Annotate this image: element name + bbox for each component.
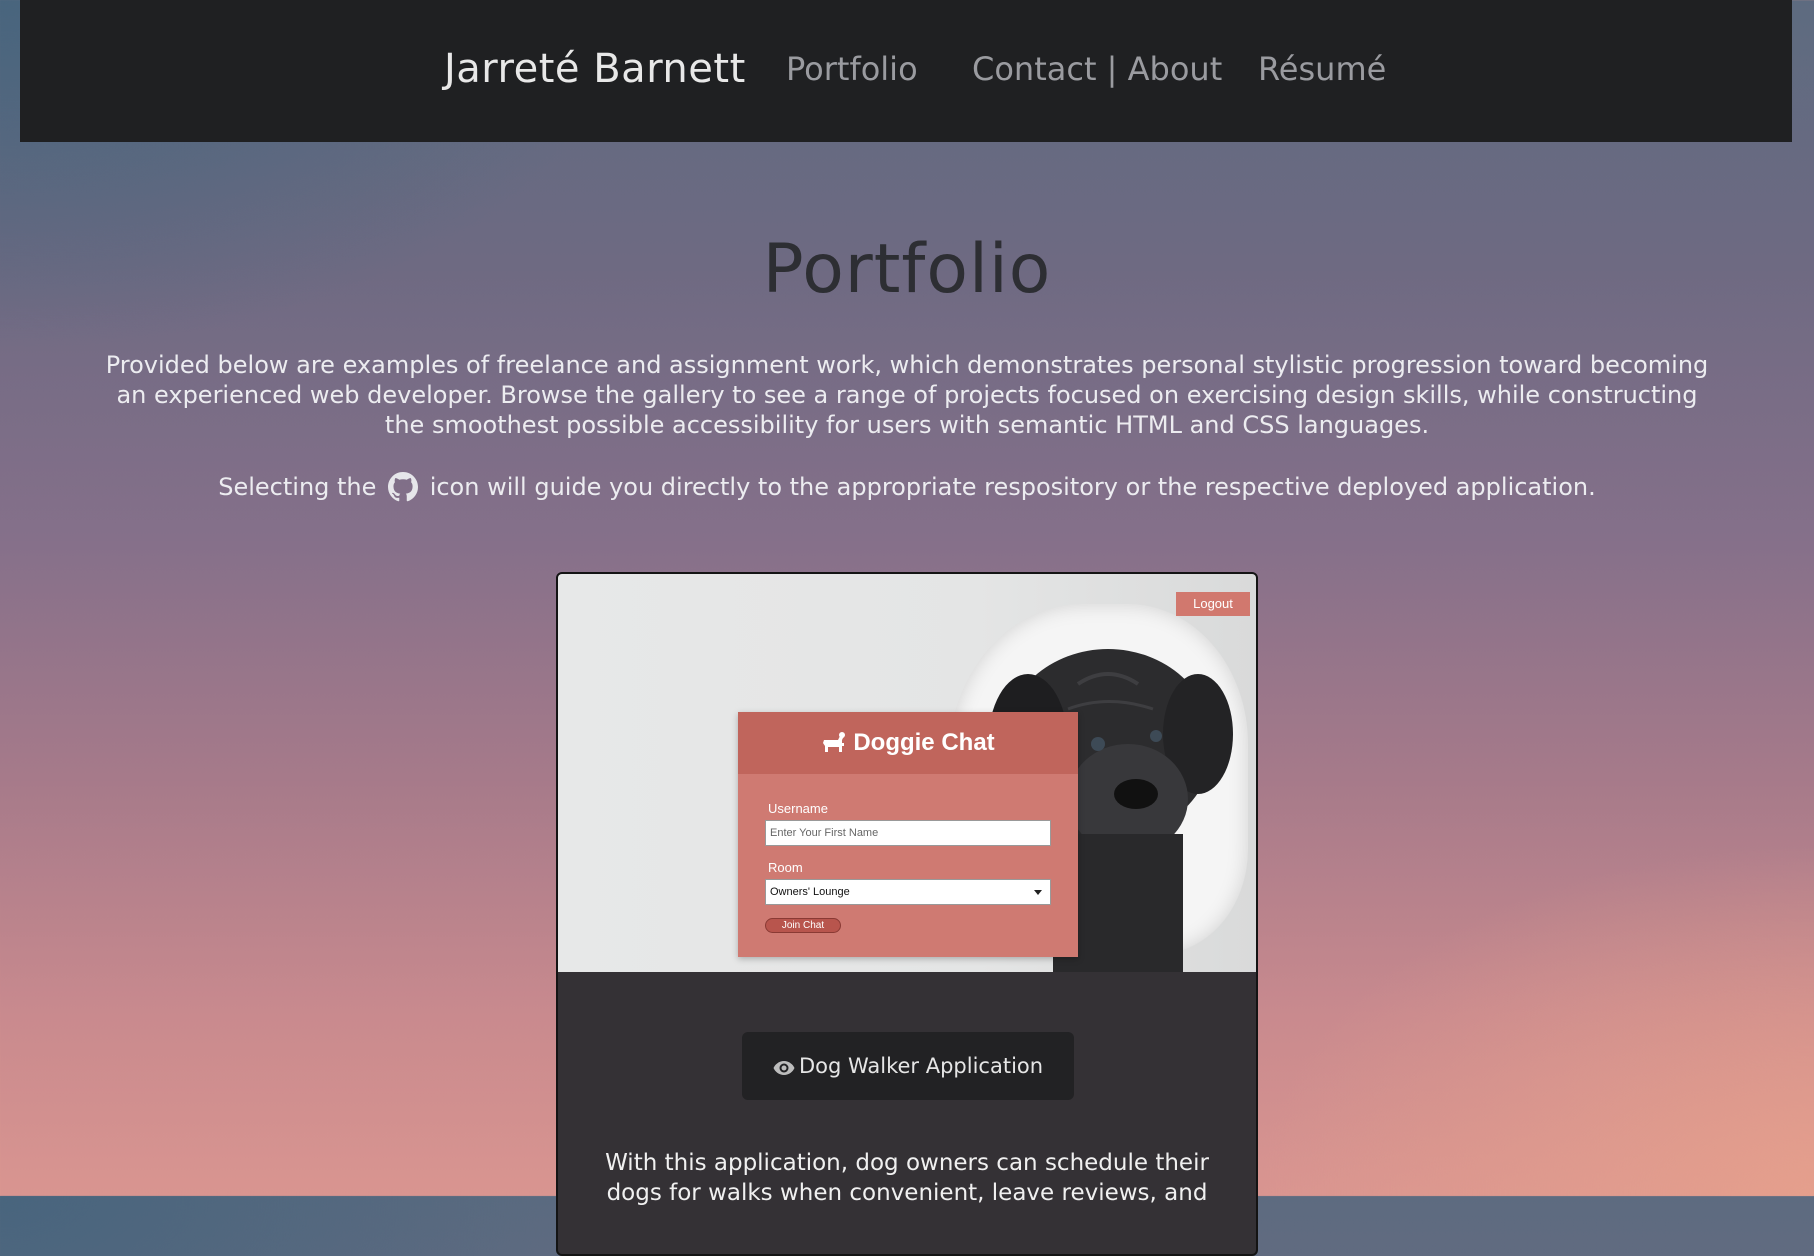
chat-header: Doggie Chat: [738, 712, 1078, 774]
top-navbar: Jarreté Barnett Portfolio Contact | Abou…: [20, 0, 1792, 142]
project-card: Logout Doggie Chat Username Room Owners'…: [556, 572, 1258, 1256]
room-select-value: Owners' Lounge: [770, 886, 850, 898]
project-button-label: Dog Walker Application: [798, 1054, 1044, 1078]
dog-icon: [823, 732, 846, 752]
project-screenshot[interactable]: Logout Doggie Chat Username Room Owners'…: [558, 574, 1256, 972]
github-hint: Selecting the icon will guide you direct…: [100, 470, 1714, 504]
chat-app-title: Doggie Chat: [853, 729, 995, 756]
nav-link-resume[interactable]: Résumé: [1258, 50, 1386, 88]
brand-link[interactable]: Jarreté Barnett: [444, 46, 746, 92]
project-description: With this application, dog owners can sc…: [605, 1150, 1209, 1206]
room-select: Owners' Lounge: [765, 879, 1051, 905]
chevron-down-icon: [1034, 890, 1042, 895]
logout-button: Logout: [1176, 592, 1250, 616]
doggie-chat-panel: Doggie Chat Username Room Owners' Lounge…: [738, 712, 1078, 957]
hint-text-before: Selecting the: [218, 473, 377, 501]
eye-icon: [773, 1061, 795, 1075]
github-icon: [388, 472, 419, 502]
room-label: Room: [768, 860, 803, 875]
username-input: [765, 820, 1051, 846]
project-link-button[interactable]: Dog Walker Application: [742, 1032, 1074, 1100]
username-label: Username: [768, 801, 828, 816]
hint-text-after: icon will guide you directly to the appr…: [429, 473, 1596, 501]
page-title: Portfolio: [762, 230, 1052, 309]
nav-link-portfolio[interactable]: Portfolio: [786, 50, 918, 88]
join-chat-button: Join Chat: [765, 918, 841, 933]
nav-link-contact-about[interactable]: Contact | About: [972, 50, 1222, 88]
intro-paragraph: Provided below are examples of freelance…: [105, 351, 1709, 439]
